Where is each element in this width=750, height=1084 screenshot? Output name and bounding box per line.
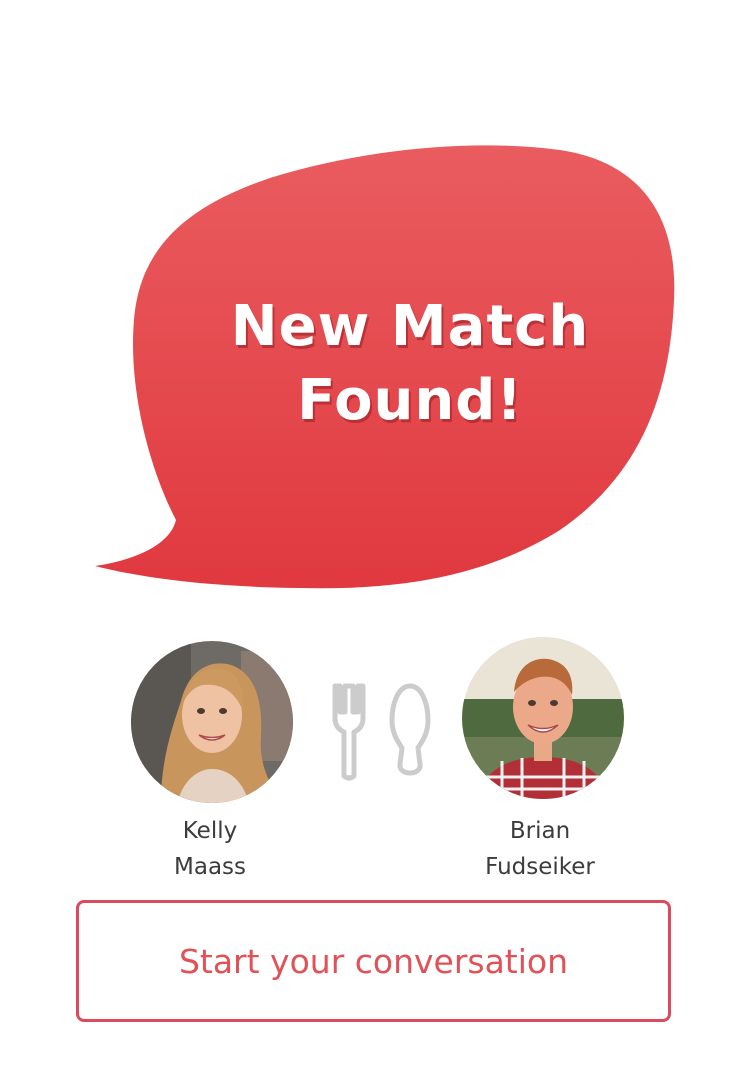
avatar-kelly[interactable] xyxy=(131,641,293,803)
last-name: Maass xyxy=(174,854,246,880)
match-headline: New Match Found! xyxy=(230,294,590,433)
fork-and-spoon-icon xyxy=(326,682,436,782)
avatar-brian[interactable] xyxy=(462,637,624,799)
last-name: Fudseiker xyxy=(485,854,595,880)
person-name-kelly: Kelly Maass xyxy=(110,813,310,885)
person-name-brian: Brian Fudseiker xyxy=(440,813,640,885)
first-name: Kelly xyxy=(182,818,238,844)
speech-bubble: New Match Found! xyxy=(0,0,750,620)
start-conversation-label: Start your conversation xyxy=(178,941,569,981)
match-screen: New Match Found! Kelly Maass Brian Fudse… xyxy=(0,0,750,1084)
start-conversation-button[interactable]: Start your conversation xyxy=(76,900,671,1022)
first-name: Brian xyxy=(509,818,571,844)
